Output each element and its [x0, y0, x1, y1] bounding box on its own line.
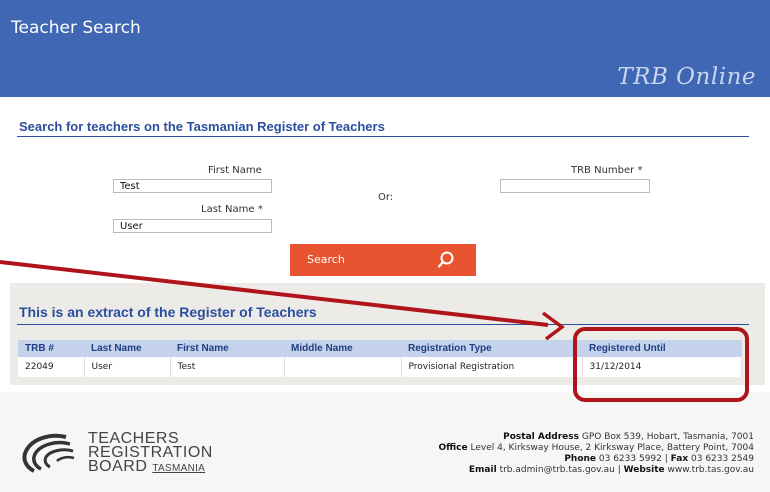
annotation-arrow-icon	[0, 260, 565, 341]
